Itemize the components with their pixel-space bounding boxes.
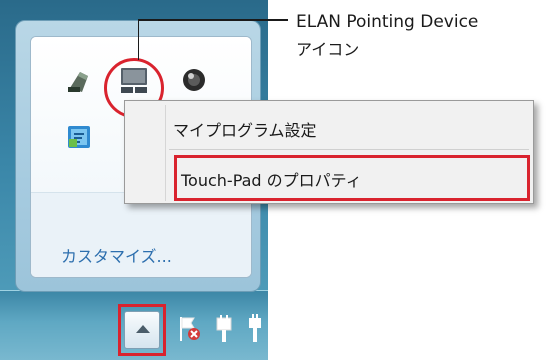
show-hidden-icons-button[interactable] [124, 311, 160, 349]
action-center-flag-icon[interactable] [176, 314, 202, 344]
callout-leader-line [138, 19, 288, 60]
speaker-icon[interactable] [180, 66, 208, 94]
menu-icon-gutter [165, 105, 166, 201]
menu-item-my-program-settings[interactable]: マイプログラム設定 [173, 117, 317, 141]
touchpad-properties-highlight [174, 155, 530, 201]
menu-separator [169, 149, 529, 150]
power-plug-icon[interactable] [212, 314, 236, 344]
chevron-up-icon [136, 325, 150, 333]
input-method-icon[interactable] [66, 124, 92, 150]
network-plug-icon[interactable] [246, 314, 264, 344]
customize-zone: カスタマイズ... [31, 192, 251, 277]
network-icon[interactable] [66, 66, 94, 94]
customize-link[interactable]: カスタマイズ... [61, 243, 172, 267]
callout-title: ELAN Pointing Device [296, 12, 479, 32]
callout-subtitle: アイコン [296, 40, 360, 59]
